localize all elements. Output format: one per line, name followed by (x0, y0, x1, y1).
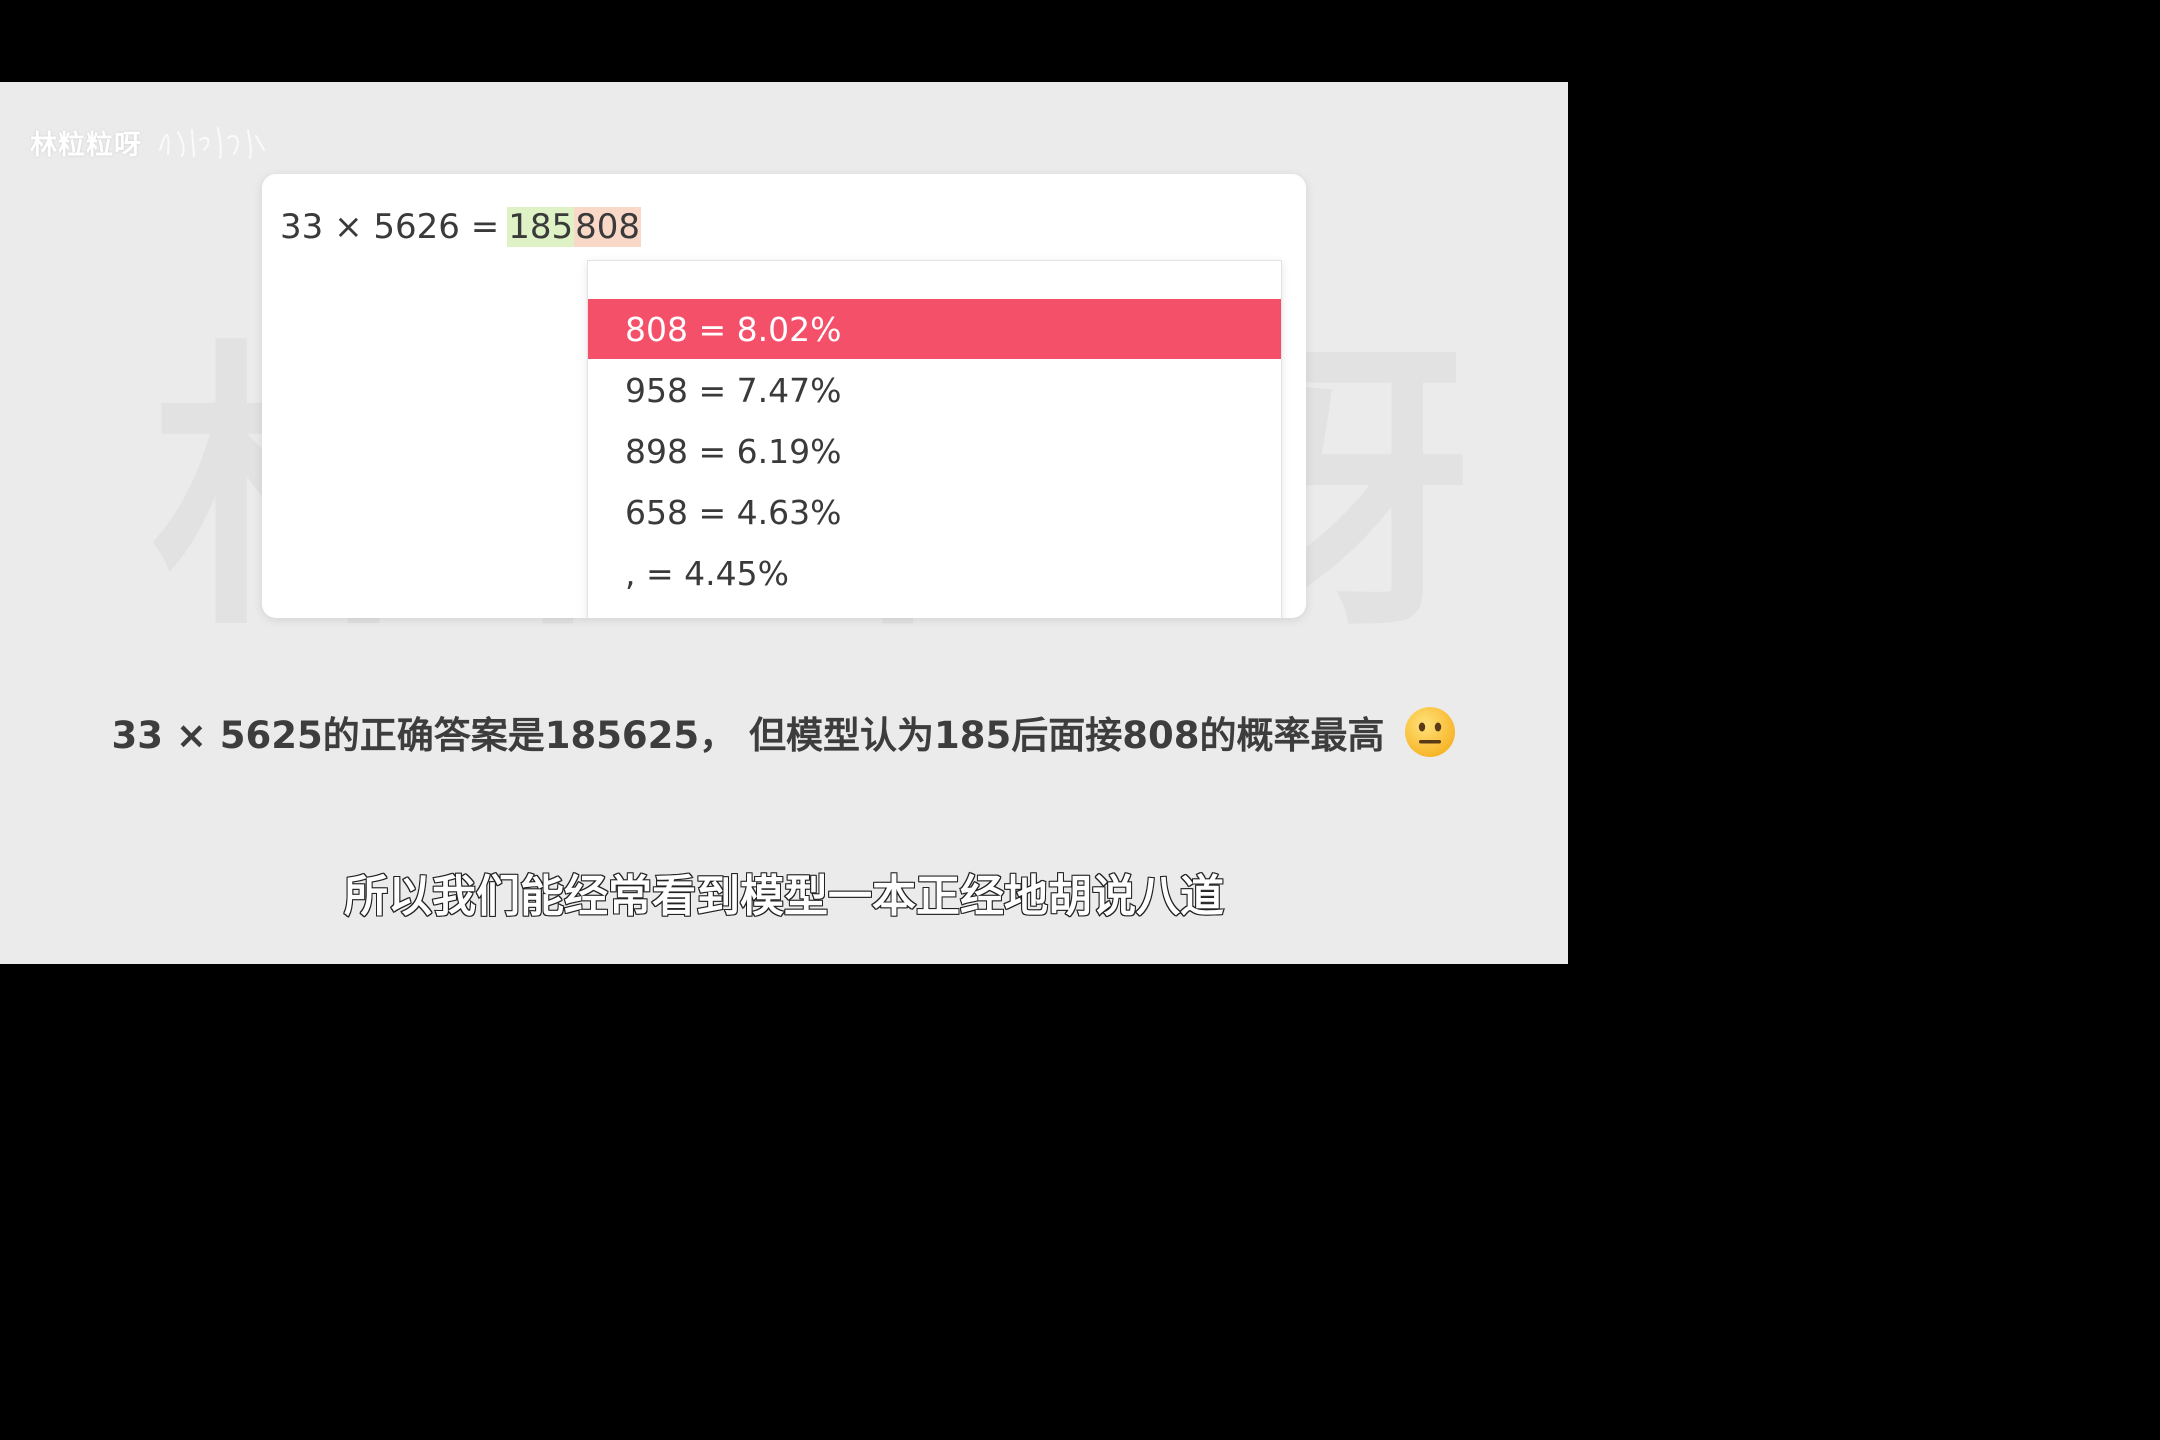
completion-card: 33 × 5626 = 185 808 808 = 8.02% 958 = 7.4… (262, 174, 1306, 618)
signature-icon (159, 127, 265, 159)
dropdown-option-selected[interactable]: 808 = 8.02% (588, 299, 1281, 359)
dropdown-option[interactable]: , = 4.45% (588, 543, 1281, 603)
option-label: 808 = 8.02% (625, 309, 842, 349)
option-label: 958 = 7.47% (625, 370, 842, 410)
neutral-face-icon (1404, 707, 1455, 757)
token-highlight-green[interactable]: 185 (507, 207, 575, 247)
dropdown-option[interactable]: 658 = 4.63% (588, 482, 1281, 542)
option-label: , = 4.45% (625, 553, 789, 593)
subtitle-text: 33 × 5625的正确答案是185625， 但模型认为185后面接808的概率… (111, 714, 1385, 757)
token-highlight-peach[interactable]: 808 (574, 207, 642, 247)
option-label: 658 = 4.63% (625, 492, 842, 532)
channel-name: 林粒粒呀 (30, 129, 142, 161)
option-label: 898 = 6.19% (625, 431, 842, 471)
dropdown-option[interactable]: 898 = 6.19% (588, 421, 1281, 481)
letterbox-bottom (0, 964, 1568, 1045)
channel-watermark: 林粒粒呀 (30, 122, 272, 162)
letterbox-top (0, 0, 1568, 82)
video-caption: 所以我们能经常看到模型一本正经地胡说八道 (0, 857, 1568, 927)
equation-line: 33 × 5626 = 185 808 (280, 204, 642, 250)
explanation-subtitle: 33 × 5625的正确答案是185625， 但模型认为185后面接808的概率… (0, 700, 1568, 764)
caption-text: 所以我们能经常看到模型一本正经地胡说八道 (343, 870, 1225, 923)
video-frame: 林粒粒呀 林粒粒呀 33 × 5626 = 185808 808 = 8.02%… (0, 82, 1568, 964)
token-probability-dropdown: 808 = 8.02% 958 = 7.47% 898 = 6.19% 658 … (587, 260, 1282, 618)
dropdown-option[interactable]: 958 = 7.47% (588, 360, 1281, 420)
equation-prefix: 33 × 5626 = (280, 207, 500, 247)
